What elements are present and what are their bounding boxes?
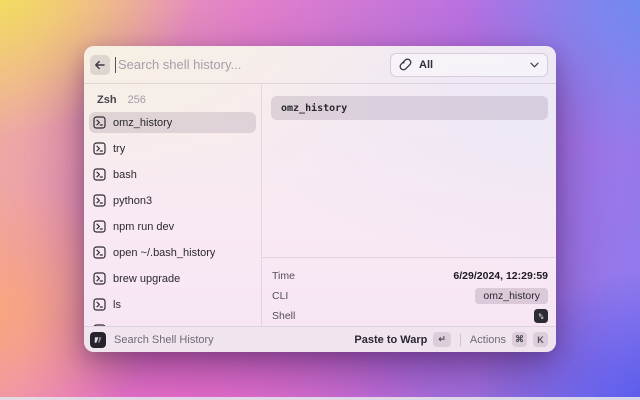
detail-panel: omz_history Time 6/29/2024, 12:29:59 CLI…: [262, 84, 556, 326]
command-text: try: [113, 143, 125, 155]
time-value: 6/29/2024, 12:29:59: [453, 270, 548, 282]
terminal-icon: [93, 116, 106, 129]
history-list-item[interactable]: bash: [89, 164, 256, 185]
filter-dropdown[interactable]: All: [390, 53, 548, 77]
command-text: open ~/.bash_history: [113, 247, 215, 259]
command-text: omz_history: [113, 117, 172, 129]
command-text: python3: [113, 195, 152, 207]
history-list: omz_history try: [84, 112, 261, 326]
k-key-badge[interactable]: K: [533, 332, 548, 347]
history-list-item[interactable]: try: [89, 138, 256, 159]
history-list-item[interactable]: brew upgrade: [89, 268, 256, 289]
history-list-item[interactable]: open ~/.bash_history: [89, 242, 256, 263]
tag-icon: [399, 58, 412, 71]
chevron-down-icon: [530, 62, 539, 68]
actions-button[interactable]: Actions: [470, 334, 506, 346]
footer-title: Search Shell History: [114, 334, 348, 346]
terminal-icon: [93, 272, 106, 285]
footer-bar: Search Shell History Paste to Warp ↵ Act…: [84, 326, 556, 352]
history-sidebar: Zsh 256 omz_history: [84, 84, 262, 326]
detail-spacer: [262, 120, 556, 257]
search-input[interactable]: Search shell history...: [118, 57, 390, 72]
terminal-icon: [93, 246, 106, 259]
selected-command-box[interactable]: omz_history: [271, 96, 548, 120]
history-list-item[interactable]: npm run dev: [89, 216, 256, 237]
terminal-icon: [93, 298, 106, 311]
time-label: Time: [272, 270, 295, 282]
arrow-left-icon: [94, 59, 106, 71]
terminal-icon: [93, 168, 106, 181]
back-button[interactable]: [90, 55, 110, 75]
sidebar-header: Zsh 256: [84, 84, 261, 112]
cli-row: CLI omz_history: [272, 286, 548, 306]
command-text: ls: [113, 299, 121, 311]
command-text: npm run dev: [113, 221, 174, 233]
time-row: Time 6/29/2024, 12:29:59: [272, 266, 548, 286]
enter-key-badge[interactable]: ↵: [433, 332, 451, 347]
terminal-icon: [93, 194, 106, 207]
search-bar: Search shell history... All: [84, 46, 556, 84]
command-text: bash: [113, 169, 137, 181]
history-count: 256: [128, 94, 146, 106]
shell-section-label: Zsh: [97, 94, 117, 106]
shell-row: Shell %: [272, 306, 548, 326]
warp-logo-icon: [90, 332, 106, 348]
shell-label: Shell: [272, 310, 295, 322]
terminal-icon: [93, 220, 106, 233]
footer-separator: [460, 334, 461, 346]
command-text: brew upgrade: [113, 273, 180, 285]
terminal-icon: [93, 142, 106, 155]
cli-value-badge: omz_history: [475, 288, 548, 304]
zsh-shell-icon: %: [534, 309, 548, 323]
history-list-item[interactable]: omz_history: [89, 112, 256, 133]
history-list-item[interactable]: ls: [89, 294, 256, 315]
main-area: Zsh 256 omz_history: [84, 84, 556, 326]
cmd-key-badge[interactable]: ⌘: [512, 332, 527, 347]
search-shell-history-window: Search shell history... All Zsh 256: [84, 46, 556, 352]
detail-metadata: Time 6/29/2024, 12:29:59 CLI omz_history…: [262, 258, 556, 326]
cli-label: CLI: [272, 290, 288, 302]
history-list-item[interactable]: python3: [89, 190, 256, 211]
paste-to-warp-button[interactable]: Paste to Warp: [354, 334, 427, 346]
text-cursor: [115, 57, 116, 73]
filter-selected-value: All: [419, 59, 523, 71]
